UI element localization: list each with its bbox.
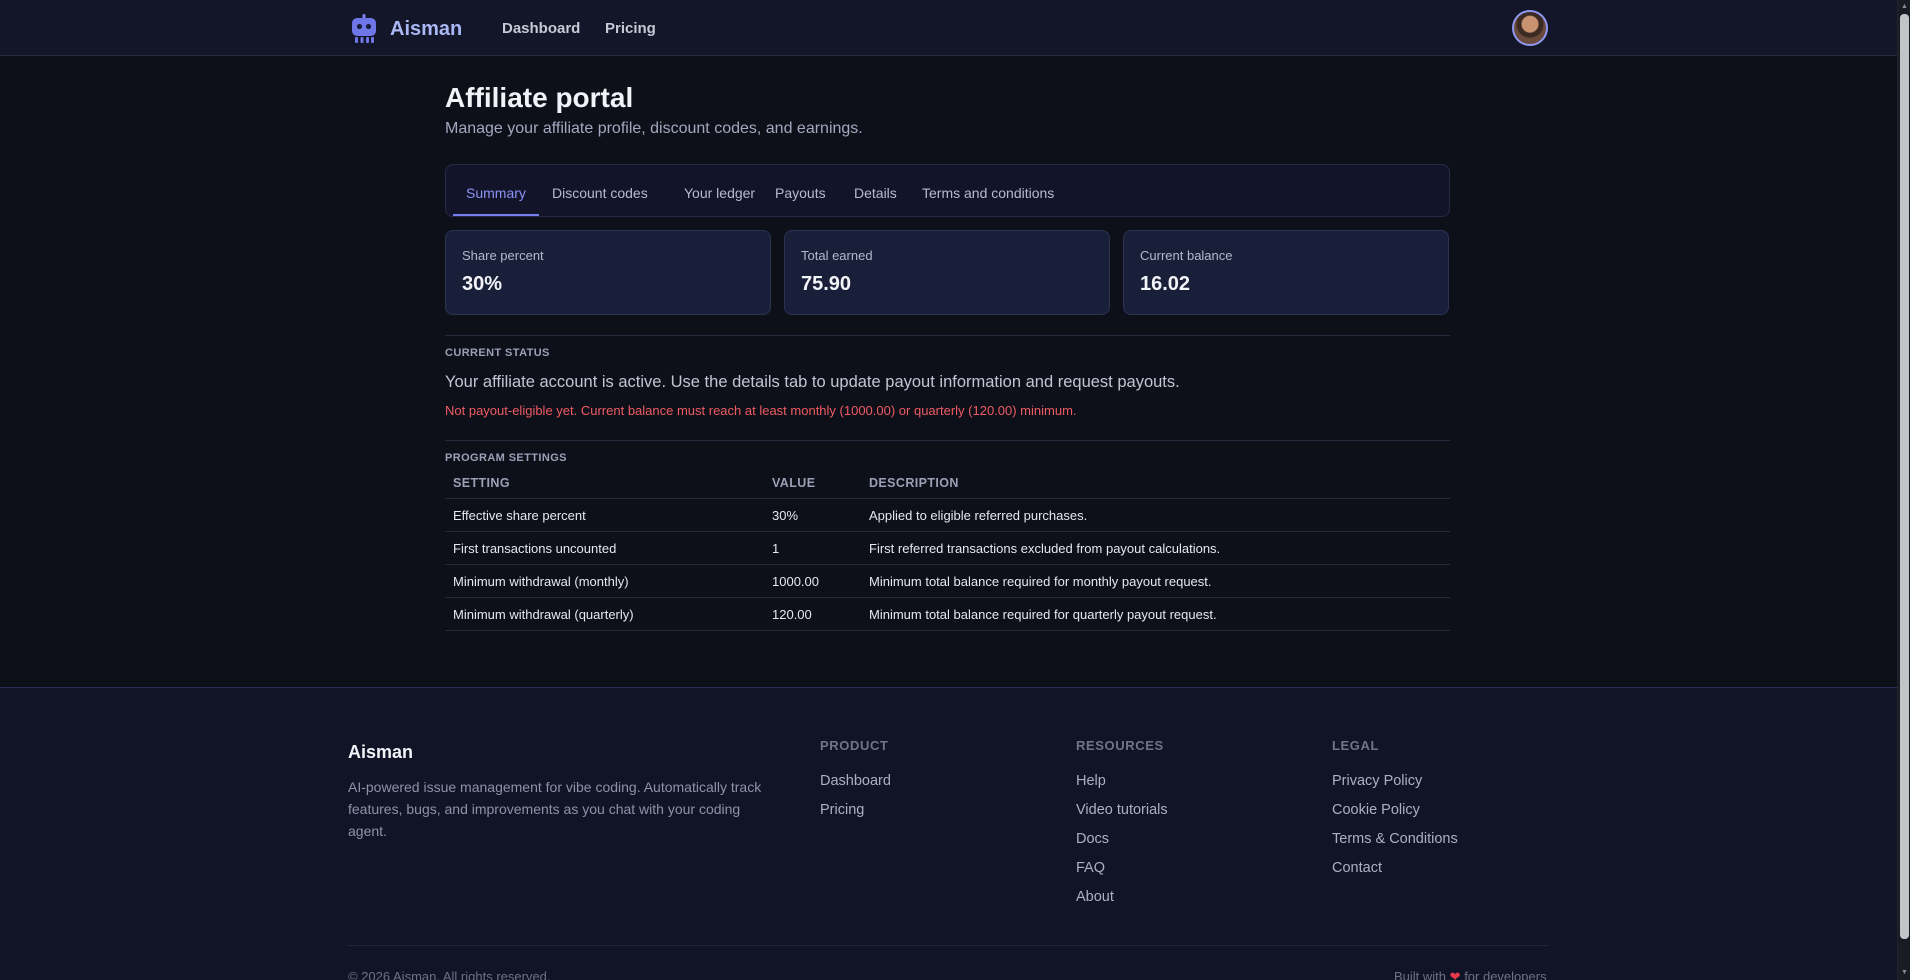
scrollbar-thumb[interactable]	[1900, 14, 1909, 939]
cell-setting: Effective share percent	[453, 508, 586, 523]
cell-setting: Minimum withdrawal (quarterly)	[453, 607, 634, 622]
stat-value: 30%	[462, 273, 503, 295]
site-footer: Aisman AI-powered issue management for v…	[0, 687, 1897, 980]
tab-payouts[interactable]: Payouts	[762, 171, 839, 216]
cell-setting: First transactions uncounted	[453, 541, 617, 556]
footer-built-with: Built with ❤ for developers	[1394, 969, 1547, 980]
brand-logo[interactable]: Aisman	[350, 14, 462, 44]
footer-description: AI-powered issue management for vibe cod…	[348, 779, 762, 839]
cell-description: Minimum total balance required for month…	[869, 574, 1212, 589]
table-row: Effective share percent 30% Applied to e…	[445, 499, 1450, 532]
scroll-down-arrow-icon[interactable]: ▼	[1898, 966, 1910, 980]
nav-pricing[interactable]: Pricing	[605, 20, 656, 37]
footer-heading: RESOURCES	[1076, 738, 1164, 753]
stat-label: Share percent	[462, 248, 544, 263]
tab-details[interactable]: Details	[841, 171, 910, 216]
top-navbar: Aisman Dashboard Pricing	[0, 0, 1897, 56]
scroll-up-arrow-icon[interactable]: ▲	[1898, 0, 1910, 14]
nav-dashboard[interactable]: Dashboard	[502, 20, 580, 37]
stat-card-share-percent: Share percent 30%	[445, 230, 771, 315]
robot-icon	[352, 14, 376, 43]
footer-link-video-tutorials[interactable]: Video tutorials	[1076, 796, 1168, 825]
tab-your-ledger[interactable]: Your ledger	[671, 171, 768, 216]
stat-value: 16.02	[1140, 273, 1191, 295]
footer-link-contact[interactable]: Contact	[1332, 854, 1458, 883]
cell-value: 1	[772, 541, 780, 556]
stat-card-current-balance: Current balance 16.02	[1123, 230, 1449, 315]
status-message: Your affiliate account is active. Use th…	[445, 373, 1180, 391]
column-header-description: DESCRIPTION	[869, 476, 959, 490]
footer-link-privacy-policy[interactable]: Privacy Policy	[1332, 767, 1458, 796]
stat-label: Current balance	[1140, 248, 1233, 263]
program-settings-heading: PROGRAM SETTINGS	[445, 452, 567, 464]
heart-icon: ❤	[1449, 969, 1461, 980]
cell-value: 120.00	[772, 607, 812, 622]
footer-link-help[interactable]: Help	[1076, 767, 1168, 796]
page: Aisman Dashboard Pricing Affiliate porta…	[0, 0, 1910, 980]
table-row: Minimum withdrawal (monthly) 1000.00 Min…	[445, 565, 1450, 598]
footer-column-product: PRODUCT Dashboard Pricing	[820, 738, 891, 825]
section-divider	[445, 335, 1450, 336]
footer-brand: Aisman	[348, 742, 414, 762]
brand-name[interactable]: Aisman	[390, 18, 462, 41]
current-status-heading: CURRENT STATUS	[445, 347, 550, 359]
page-title: Affiliate portal	[445, 82, 634, 113]
section-divider	[445, 440, 1450, 441]
footer-link-cookie-policy[interactable]: Cookie Policy	[1332, 796, 1458, 825]
table-row: Minimum withdrawal (quarterly) 120.00 Mi…	[445, 598, 1450, 631]
footer-copyright: © 2026 Aisman. All rights reserved.	[348, 969, 551, 980]
tab-bar: Summary Discount codes Your ledger Payou…	[445, 164, 1450, 217]
stat-label: Total earned	[801, 248, 873, 263]
footer-link-dashboard[interactable]: Dashboard	[820, 767, 891, 796]
built-with-prefix: Built with	[1394, 969, 1447, 980]
footer-column-resources: RESOURCES Help Video tutorials Docs FAQ …	[1076, 738, 1168, 912]
column-header-setting: SETTING	[453, 476, 510, 490]
footer-heading: LEGAL	[1332, 738, 1380, 753]
table-row: First transactions uncounted 1 First ref…	[445, 532, 1450, 565]
tab-summary[interactable]: Summary	[453, 171, 539, 216]
cell-description: Applied to eligible referred purchases.	[869, 508, 1088, 523]
cell-description: Minimum total balance required for quart…	[869, 607, 1217, 622]
footer-link-docs[interactable]: Docs	[1076, 825, 1168, 854]
user-avatar[interactable]	[1512, 10, 1548, 46]
footer-link-about[interactable]: About	[1076, 883, 1168, 912]
built-with-suffix: for developers	[1464, 969, 1547, 980]
stat-value: 75.90	[801, 273, 852, 295]
footer-link-terms-conditions[interactable]: Terms & Conditions	[1332, 825, 1458, 854]
program-settings-table: SETTING VALUE DESCRIPTION Effective shar…	[445, 468, 1450, 631]
footer-link-pricing[interactable]: Pricing	[820, 796, 891, 825]
tab-discount-codes[interactable]: Discount codes	[539, 171, 661, 216]
cell-description: First referred transactions excluded fro…	[869, 541, 1221, 556]
footer-link-faq[interactable]: FAQ	[1076, 854, 1168, 883]
payout-warning: Not payout-eligible yet. Current balance…	[445, 403, 1077, 418]
cell-value: 30%	[772, 508, 799, 523]
tab-terms-and-conditions[interactable]: Terms and conditions	[909, 171, 1067, 216]
footer-column-legal: LEGAL Privacy Policy Cookie Policy Terms…	[1332, 738, 1458, 883]
column-header-value: VALUE	[772, 476, 816, 490]
page-subtitle: Manage your affiliate profile, discount …	[445, 120, 863, 137]
stat-card-total-earned: Total earned 75.90	[784, 230, 1110, 315]
footer-divider	[348, 945, 1548, 946]
table-header-row: SETTING VALUE DESCRIPTION	[445, 468, 1450, 499]
cell-value: 1000.00	[772, 574, 819, 589]
footer-heading: PRODUCT	[820, 738, 889, 753]
cell-setting: Minimum withdrawal (monthly)	[453, 574, 629, 589]
vertical-scrollbar[interactable]: ▲ ▼	[1897, 0, 1910, 980]
